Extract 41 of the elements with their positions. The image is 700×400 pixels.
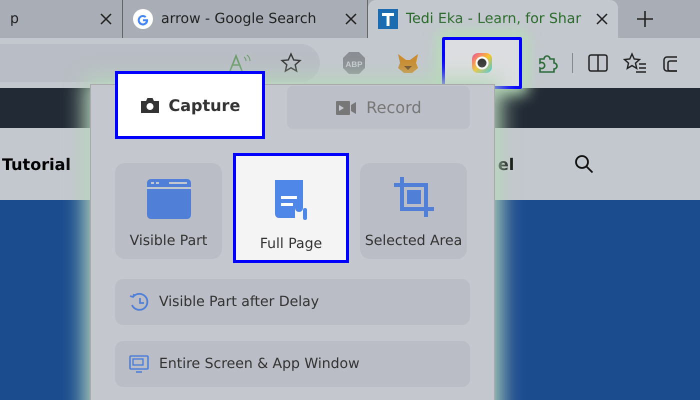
puzzle-icon[interactable] xyxy=(536,52,558,74)
browser-tab[interactable]: Tedi Eka - Learn, for Shar xyxy=(368,0,618,38)
browser-window-icon xyxy=(146,179,190,219)
fox-icon xyxy=(396,52,420,74)
tab-label: Capture xyxy=(168,96,240,114)
menu-link[interactable]: el xyxy=(498,154,514,174)
popup-tab[interactable]: Capture xyxy=(115,71,265,139)
option-label: Entire Screen & App Window xyxy=(159,356,360,372)
search-icon[interactable] xyxy=(574,154,594,174)
option-label: Visible Part after Delay xyxy=(159,294,319,310)
capture-mode-button[interactable]: Visible Part xyxy=(115,163,222,259)
read-aloud-icon[interactable] xyxy=(228,53,252,73)
capture-option[interactable]: Entire Screen & App Window xyxy=(115,341,470,387)
camera-icon xyxy=(140,96,160,114)
tile-label: Full Page xyxy=(260,236,322,252)
new-tab-icon[interactable] xyxy=(636,10,654,28)
tile-label: Selected Area xyxy=(364,233,462,249)
close-icon[interactable] xyxy=(596,13,608,25)
favorites-icon[interactable] xyxy=(623,52,647,74)
crop-icon xyxy=(392,175,436,219)
camera-extension-button[interactable] xyxy=(442,37,522,89)
tile-label: Visible Part xyxy=(130,233,208,249)
capture-mode-button[interactable]: Full Page xyxy=(233,153,349,263)
site-logo-icon xyxy=(378,9,398,29)
tab-title: p xyxy=(10,11,20,27)
close-icon[interactable] xyxy=(345,13,357,25)
split-screen-icon[interactable] xyxy=(587,52,609,74)
video-camera-icon xyxy=(335,100,358,116)
clock-icon xyxy=(129,292,149,312)
google-icon xyxy=(133,9,153,29)
icon-text: ABP xyxy=(346,60,362,69)
close-icon[interactable] xyxy=(100,13,112,25)
tab-label: Record xyxy=(366,98,422,117)
monitor-icon xyxy=(129,354,149,374)
menu-link[interactable]: Tutorial xyxy=(2,154,71,174)
capture-option[interactable]: Visible Part after Delay xyxy=(115,279,470,325)
tab-title: arrow - Google Search xyxy=(161,11,318,27)
capture-mode-button[interactable]: Selected Area xyxy=(360,163,467,259)
favorite-star-icon[interactable] xyxy=(280,52,302,74)
camera-lens-icon xyxy=(470,51,494,75)
tab-title: Tedi Eka - Learn, for Shar xyxy=(406,11,582,27)
